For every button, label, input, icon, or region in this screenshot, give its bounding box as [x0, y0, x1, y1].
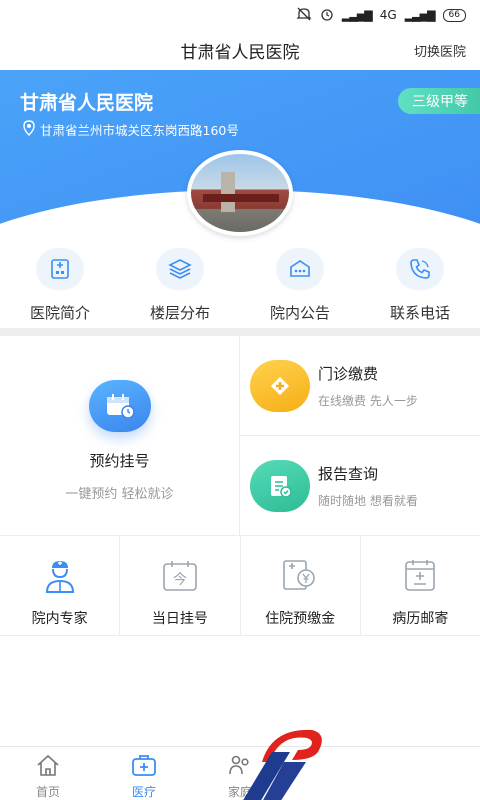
quick-link-floor-map[interactable]: 楼层分布	[120, 248, 240, 326]
notice-icon	[276, 248, 324, 290]
calendar-today-icon: 今	[161, 558, 199, 594]
quick-link-label: 医院简介	[29, 304, 90, 322]
service-inpatient-deposit[interactable]: 住院预缴金	[241, 536, 361, 635]
quick-link-announcements[interactable]: 院内公告	[240, 248, 360, 326]
silent-icon	[296, 7, 312, 24]
signal-icon-2: ▂▃▅▇	[404, 8, 436, 22]
hospital-name: 甘肃省人民医院	[20, 92, 154, 114]
page-title: 甘肃省人民医院	[180, 42, 300, 63]
report-check-icon	[250, 459, 310, 512]
hospital-level-badge: 三级甲等	[398, 88, 480, 114]
report-title: 报告查询	[318, 464, 379, 483]
switch-hospital-button[interactable]: 切换医院	[414, 41, 466, 60]
navigation-bar: 甘肃省人民医院 切换医院	[0, 30, 480, 70]
payment-title: 门诊缴费	[318, 364, 379, 383]
service-record-mailing[interactable]: 病历邮寄	[361, 536, 480, 635]
alarm-icon	[320, 7, 334, 24]
family-icon	[227, 753, 253, 781]
service-label: 当日挂号	[151, 611, 208, 627]
tab-home[interactable]: 首页	[0, 747, 96, 800]
appointment-card[interactable]: 预约挂号 一键预约 轻松就诊	[0, 336, 240, 536]
service-label: 住院预缴金	[265, 611, 336, 627]
secondary-services: 院内专家 今 当日挂号 住院预缴金 病历邮寄	[0, 536, 480, 636]
payment-plus-icon	[250, 359, 310, 412]
payment-subtitle: 在线缴费 先人一步	[318, 393, 418, 408]
service-label: 病历邮寄	[392, 611, 449, 627]
quick-links: 医院简介 楼层分布 院内公告 联系电话	[0, 248, 480, 326]
battery-indicator: 66	[442, 8, 466, 22]
quick-link-label: 院内公告	[269, 304, 330, 322]
doctor-icon	[43, 558, 77, 594]
medical-kit-icon	[130, 753, 158, 781]
service-same-day[interactable]: 今 当日挂号	[120, 536, 241, 635]
location-pin-icon	[22, 120, 36, 139]
home-icon	[35, 753, 61, 781]
layers-icon	[156, 248, 204, 290]
signal-icon: ▂▃▅▇	[341, 8, 373, 22]
tab-medical[interactable]: 医疗	[96, 747, 192, 800]
section-divider	[0, 328, 480, 336]
service-label: 院内专家	[31, 611, 88, 627]
tab-label: 医疗	[131, 785, 156, 799]
hospital-info-icon	[36, 248, 84, 290]
appointment-subtitle: 一键预约 轻松就诊	[65, 487, 174, 502]
report-query-card[interactable]: 报告查询 随时随地 想看就看	[240, 436, 480, 536]
deposit-icon	[280, 558, 320, 594]
quick-link-hospital-info[interactable]: 医院简介	[0, 248, 120, 326]
service-experts[interactable]: 院内专家	[0, 536, 121, 635]
medical-record-icon	[402, 558, 438, 594]
outpatient-payment-card[interactable]: 门诊缴费 在线缴费 先人一步	[240, 336, 480, 436]
report-subtitle: 随时随地 想看就看	[318, 493, 418, 508]
network-type: 4G	[379, 8, 397, 22]
quick-link-label: 联系电话	[389, 304, 450, 322]
bottom-tab-bar: 首页 医疗 家庭	[0, 746, 480, 800]
hospital-photo	[187, 150, 293, 236]
calendar-clock-icon	[88, 380, 151, 432]
quick-link-contact-phone[interactable]: 联系电话	[360, 248, 480, 326]
tab-label: 首页	[35, 785, 60, 799]
tab-family[interactable]: 家庭	[192, 747, 288, 800]
calendar-today-glyph: 今	[173, 572, 187, 588]
tab-label: 家庭	[227, 785, 252, 799]
hospital-address[interactable]: 甘肃省兰州市城关区东岗西路160号	[22, 120, 239, 139]
address-text: 甘肃省兰州市城关区东岗西路160号	[40, 123, 239, 138]
quick-link-label: 楼层分布	[149, 304, 210, 322]
phone-icon	[396, 248, 444, 290]
appointment-title: 预约挂号	[89, 452, 150, 470]
status-bar: ▂▃▅▇ 4G ▂▃▅▇ 66	[0, 0, 480, 30]
